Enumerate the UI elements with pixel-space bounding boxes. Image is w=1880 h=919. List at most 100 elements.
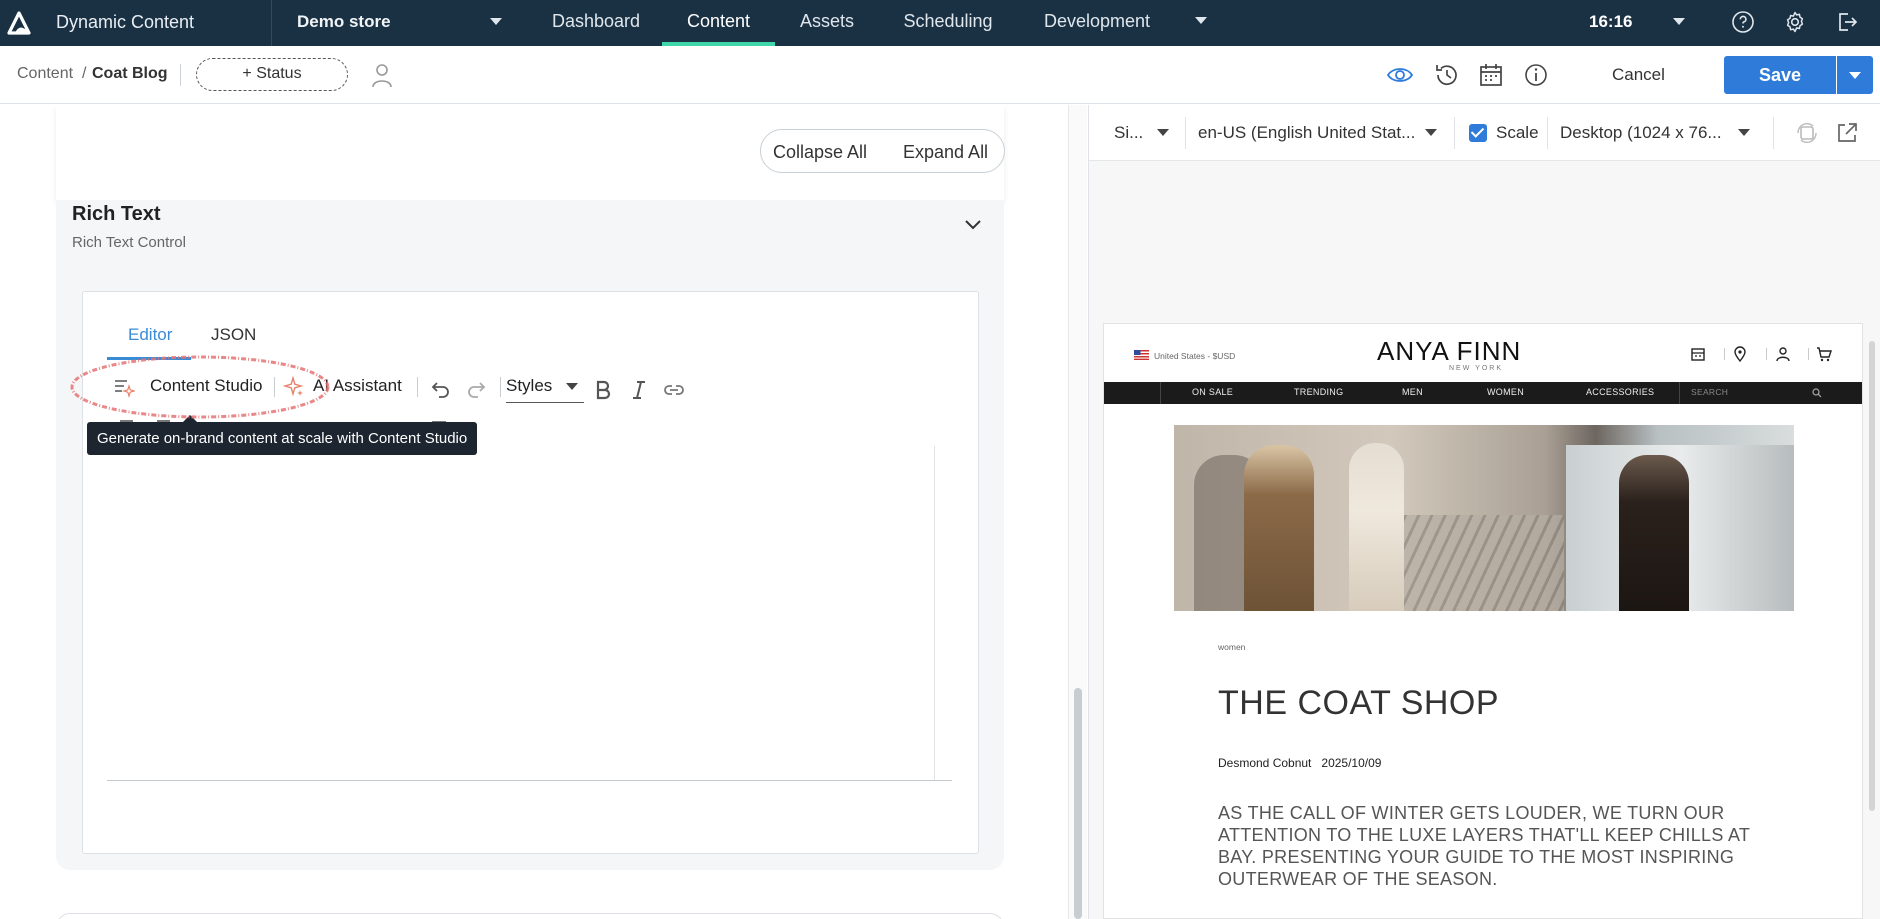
field-subtitle: Rich Text Control bbox=[72, 234, 186, 251]
site-region-selector[interactable]: United States - $USD bbox=[1154, 351, 1235, 361]
chevron-down-icon[interactable] bbox=[1157, 129, 1169, 136]
breadcrumb-separator: / bbox=[82, 65, 87, 82]
help-icon[interactable] bbox=[1731, 10, 1755, 34]
device-selector[interactable]: Desktop (1024 x 76... bbox=[1560, 123, 1722, 143]
search-icon[interactable] bbox=[1812, 388, 1822, 398]
editor-scrollbar[interactable] bbox=[934, 446, 952, 780]
history-icon[interactable] bbox=[1433, 61, 1461, 89]
chevron-down-icon[interactable] bbox=[1425, 129, 1437, 136]
form-scrollbar[interactable] bbox=[1068, 105, 1087, 919]
scale-checkbox[interactable] bbox=[1469, 124, 1487, 142]
site-menu-trending[interactable]: TRENDING bbox=[1294, 387, 1343, 397]
divider bbox=[1773, 117, 1774, 149]
site-nav-menu: ON SALE TRENDING MEN WOMEN ACCESSORIES S… bbox=[1104, 382, 1862, 404]
tab-development[interactable]: Development bbox=[1030, 0, 1164, 46]
undo-icon[interactable] bbox=[429, 379, 451, 401]
visualization-preview-pane: Si... en-US (English United Stat... Scal… bbox=[1088, 105, 1880, 919]
hero-model-3 bbox=[1619, 455, 1689, 611]
store-selector[interactable]: Demo store bbox=[297, 12, 391, 32]
tab-content[interactable]: Content bbox=[662, 0, 775, 46]
divider bbox=[500, 377, 501, 397]
info-icon[interactable] bbox=[1522, 61, 1550, 89]
hero-model-1 bbox=[1244, 445, 1314, 611]
assign-user-icon[interactable] bbox=[368, 61, 396, 89]
collapse-expand-group: Collapse All Expand All bbox=[760, 129, 1005, 173]
site-menu-on-sale[interactable]: ON SALE bbox=[1192, 387, 1233, 397]
post-byline: Desmond Cobnut 2025/10/09 bbox=[1218, 756, 1381, 770]
content-form-pane: Collapse All Expand All Rich Text Rich T… bbox=[0, 105, 1068, 919]
expand-all-button[interactable]: Expand All bbox=[903, 142, 988, 163]
divider bbox=[271, 0, 272, 46]
preview-toolbar: Si... en-US (English United Stat... Scal… bbox=[1089, 105, 1880, 161]
visualization-selector[interactable]: Si... bbox=[1114, 123, 1143, 143]
cancel-button[interactable]: Cancel bbox=[1612, 65, 1665, 85]
cart-icon[interactable] bbox=[1816, 346, 1832, 362]
post-author: Desmond Cobnut bbox=[1218, 756, 1312, 770]
site-brand-subtitle: NEW YORK bbox=[1449, 365, 1503, 372]
account-icon[interactable] bbox=[1775, 346, 1791, 362]
tab-json[interactable]: JSON bbox=[211, 325, 256, 345]
save-options-chevron-icon[interactable] bbox=[1837, 56, 1873, 94]
chevron-down-icon[interactable] bbox=[964, 215, 982, 233]
site-search-input[interactable]: SEARCH bbox=[1679, 384, 1833, 402]
logout-icon[interactable] bbox=[1835, 10, 1859, 34]
divider bbox=[1547, 117, 1548, 149]
bold-icon[interactable] bbox=[592, 379, 614, 401]
clock-chevron-icon[interactable] bbox=[1673, 18, 1685, 25]
tab-scheduling[interactable]: Scheduling bbox=[882, 0, 1014, 46]
site-menu-accessories[interactable]: ACCESSORIES bbox=[1586, 387, 1654, 397]
hero-model-2 bbox=[1349, 443, 1404, 611]
store-icon[interactable] bbox=[1690, 346, 1706, 362]
divider bbox=[1160, 382, 1161, 404]
styles-dropdown[interactable]: Styles bbox=[506, 371, 584, 403]
content-item-toolbar: Content / Coat Blog + Status Cancel Save bbox=[0, 46, 1880, 104]
link-icon[interactable] bbox=[663, 379, 685, 401]
tab-editor[interactable]: Editor bbox=[128, 325, 172, 345]
add-status-button[interactable]: + Status bbox=[196, 58, 348, 91]
rich-text-input-area[interactable] bbox=[107, 446, 952, 781]
divider bbox=[1724, 348, 1725, 360]
save-button[interactable]: Save bbox=[1724, 56, 1836, 94]
divider bbox=[1454, 117, 1455, 149]
website-preview[interactable]: United States - $USD ANYA FINN NEW YORK … bbox=[1103, 323, 1863, 919]
sync-icon[interactable] bbox=[1795, 121, 1819, 145]
post-intro: AS THE CALL OF WINTER GETS LOUDER, WE TU… bbox=[1218, 803, 1750, 889]
site-search-placeholder: SEARCH bbox=[1691, 387, 1729, 397]
styles-label: Styles bbox=[506, 376, 553, 395]
us-flag-icon bbox=[1134, 350, 1149, 360]
hero-stairs bbox=[1404, 515, 1564, 611]
tab-dashboard[interactable]: Dashboard bbox=[532, 0, 660, 46]
post-date: 2025/10/09 bbox=[1321, 756, 1382, 770]
settings-gear-icon[interactable] bbox=[1783, 10, 1807, 34]
divider bbox=[417, 377, 418, 397]
top-navigation-bar: Dynamic Content Demo store Dashboard Con… bbox=[0, 0, 1880, 46]
scale-label: Scale bbox=[1496, 123, 1539, 142]
preview-eye-icon[interactable] bbox=[1386, 61, 1414, 89]
preview-scrollbar[interactable] bbox=[1869, 341, 1875, 811]
breadcrumb-root[interactable]: Content bbox=[17, 65, 73, 83]
chevron-down-icon[interactable] bbox=[490, 18, 502, 25]
more-tabs-chevron-icon[interactable] bbox=[1195, 17, 1207, 24]
tab-assets[interactable]: Assets bbox=[780, 0, 874, 46]
locale-selector[interactable]: en-US (English United Stat... bbox=[1198, 123, 1415, 143]
redo-icon[interactable] bbox=[466, 379, 488, 401]
site-menu-men[interactable]: MEN bbox=[1402, 387, 1423, 397]
post-category[interactable]: women bbox=[1218, 642, 1245, 652]
divider bbox=[1808, 348, 1809, 360]
location-pin-icon[interactable] bbox=[1732, 346, 1748, 362]
chevron-down-icon bbox=[566, 383, 578, 390]
field-title: Rich Text bbox=[72, 203, 161, 225]
scrollbar-thumb[interactable] bbox=[1074, 688, 1082, 919]
app-title: Dynamic Content bbox=[56, 12, 195, 32]
italic-icon[interactable] bbox=[628, 379, 650, 401]
highlight-annotation-ellipse bbox=[70, 355, 330, 419]
calendar-icon[interactable] bbox=[1477, 61, 1505, 89]
open-external-icon[interactable] bbox=[1835, 121, 1859, 145]
collapse-all-button[interactable]: Collapse All bbox=[773, 142, 867, 163]
amplience-logo-icon[interactable] bbox=[5, 8, 35, 38]
site-brand-logo[interactable]: ANYA FINN bbox=[1377, 336, 1521, 367]
divider bbox=[1185, 117, 1186, 149]
chevron-down-icon[interactable] bbox=[1738, 129, 1750, 136]
site-menu-women[interactable]: WOMEN bbox=[1487, 387, 1524, 397]
hero-image bbox=[1174, 425, 1794, 611]
